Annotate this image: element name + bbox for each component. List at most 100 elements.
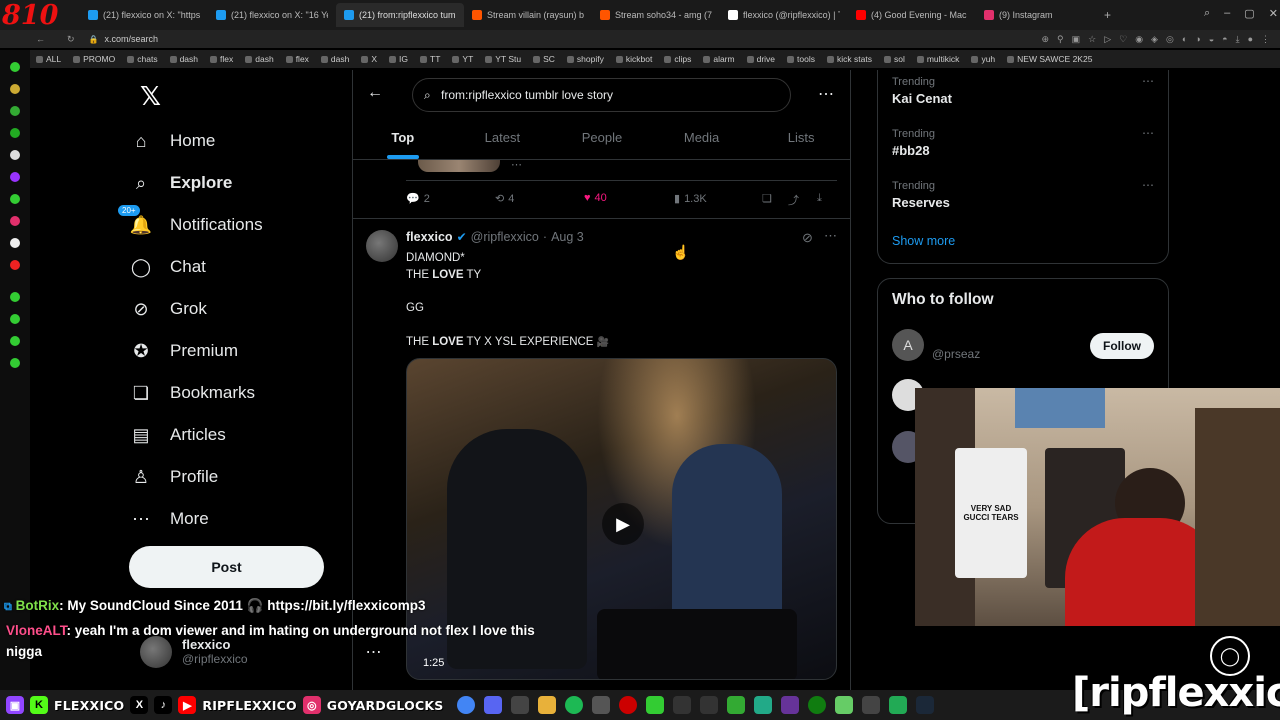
bookmark-item[interactable]: SC <box>533 54 555 64</box>
kick-icon[interactable]: K <box>30 696 48 714</box>
steam-icon[interactable] <box>916 696 935 714</box>
bookmark-item[interactable]: flex <box>210 54 233 64</box>
tweet-date[interactable]: Aug 3 <box>551 230 584 244</box>
app-icon[interactable] <box>835 696 854 714</box>
opera-icon[interactable] <box>619 696 638 714</box>
browser-tab[interactable]: flexxico (@ripflexxico) | Ti <box>720 3 848 27</box>
screenshot-icon[interactable]: ▣ <box>1072 34 1081 45</box>
back-icon[interactable]: ← <box>36 34 45 44</box>
spotify-icon[interactable] <box>565 696 584 714</box>
repost-button[interactable]: ⟲ 4 <box>495 192 514 206</box>
sidebar-app-icon[interactable] <box>10 314 20 324</box>
pin-icon[interactable]: ⚲ <box>1057 34 1064 45</box>
folder-icon[interactable] <box>538 696 557 714</box>
app-icon[interactable] <box>592 696 611 714</box>
ext-icon[interactable]: ◉ <box>1135 34 1143 45</box>
bookmark-item[interactable]: kick stats <box>827 54 872 64</box>
maximize-icon[interactable]: ▢ <box>1244 7 1254 20</box>
browser-tab[interactable]: (4) Good Evening - Mac M <box>848 3 976 27</box>
sidebar-app-icon[interactable] <box>10 260 20 270</box>
heart-icon[interactable]: ♡ <box>1119 34 1127 45</box>
trend-more-icon[interactable]: ⋯ <box>1142 126 1154 140</box>
back-arrow-icon[interactable]: ← <box>367 84 383 102</box>
sidebar-app-icon[interactable] <box>10 128 20 138</box>
bookmark-item[interactable]: multikick <box>916 54 959 64</box>
tweet-avatar[interactable] <box>366 230 398 262</box>
bookmark-item[interactable]: YT Stu <box>485 54 521 64</box>
bookmark-item[interactable]: YT <box>452 54 473 64</box>
app-icon[interactable] <box>646 696 665 714</box>
sidebar-app-icon[interactable] <box>10 62 20 72</box>
minimize-icon[interactable]: – <box>1224 7 1230 20</box>
obs-icon[interactable] <box>862 696 881 714</box>
trend-item[interactable]: Trending Reserves ⋯ <box>878 174 1168 226</box>
suggested-user-handle[interactable]: @prseaz <box>932 347 980 361</box>
sidebar-app-icon[interactable] <box>10 106 20 116</box>
bookmark-item[interactable]: ALL <box>36 54 61 64</box>
bookmark-item[interactable]: clips <box>664 54 691 64</box>
bookmark-button[interactable]: ❏ <box>762 192 772 205</box>
avatar-icon[interactable]: ● <box>1248 34 1253 45</box>
x-icon[interactable]: X <box>130 696 149 714</box>
twitch-icon[interactable]: ▣ <box>6 696 24 714</box>
sidebar-app-icon[interactable] <box>10 238 20 248</box>
instagram-icon[interactable]: ◎ <box>302 696 321 714</box>
nav-item-home[interactable]: ⌂ Home <box>130 120 340 162</box>
search-input[interactable] <box>412 78 791 112</box>
sidebar-app-icon[interactable] <box>10 358 20 368</box>
reload-icon[interactable]: ↻ <box>67 34 75 45</box>
app-icon[interactable] <box>889 696 908 714</box>
browser-tab[interactable]: (21) flexxico on X: "https:// <box>80 3 208 27</box>
bookmark-item[interactable]: dash <box>320 54 349 64</box>
bookmark-item[interactable]: NEW SAWCE 2K25 <box>1007 54 1092 64</box>
trend-item[interactable]: Trending #bb28 ⋯ <box>878 122 1168 174</box>
bookmark-item[interactable]: yuh <box>971 54 995 64</box>
youtube-icon[interactable]: ▶ <box>178 696 197 714</box>
xbox-icon[interactable] <box>808 696 827 714</box>
browser-tab[interactable]: Stream villain (raysun) by <box>464 3 592 27</box>
ext-icon[interactable]: ◑ <box>1195 34 1200 45</box>
views-button[interactable]: ▮ 1.3K <box>674 192 707 206</box>
nav-item-explore[interactable]: ⌕ Explore <box>130 162 340 204</box>
sidebar-app-icon[interactable] <box>10 216 20 226</box>
ext-icon[interactable]: ◈ <box>1151 34 1158 45</box>
app-icon[interactable] <box>673 696 692 714</box>
sidebar-app-icon[interactable] <box>10 194 20 204</box>
sidebar-app-icon[interactable] <box>10 292 20 302</box>
bookmark-item[interactable]: kickbot <box>615 54 652 64</box>
tab-top[interactable]: Top <box>353 122 453 159</box>
url-text[interactable]: x.com/search <box>105 34 159 44</box>
ext-icon[interactable]: ◐ <box>1182 34 1187 45</box>
grok-tweet-icon[interactable]: ⊘ <box>802 230 813 246</box>
close-window-icon[interactable]: ✕ <box>1269 7 1278 20</box>
browser-tab[interactable]: (21) flexxico on X: "16 Year <box>208 3 336 27</box>
bookmark-item[interactable]: TT <box>420 54 440 64</box>
tab-media[interactable]: Media <box>652 122 752 159</box>
browser-tab[interactable]: (21) from:ripflexxico tumbl <box>336 3 464 27</box>
download-button[interactable]: ⤓ <box>817 192 822 205</box>
chrome-icon[interactable] <box>457 696 476 714</box>
sidebar-app-icon[interactable] <box>10 172 20 182</box>
nav-item-chat[interactable]: ◯ Chat <box>130 246 340 288</box>
trend-more-icon[interactable]: ⋯ <box>1142 178 1154 192</box>
app-icon[interactable] <box>754 696 773 714</box>
menu-icon[interactable]: ⋮ <box>1261 34 1270 45</box>
nav-item-premium[interactable]: ✪ Premium <box>130 330 340 372</box>
new-tab-icon[interactable]: + <box>1104 8 1111 22</box>
tab-lists[interactable]: Lists <box>751 122 851 159</box>
bookmark-item[interactable]: alarm <box>703 54 735 64</box>
prev-tweet-media[interactable] <box>418 160 500 172</box>
play-icon[interactable]: ▶ <box>602 503 644 545</box>
bookmark-item[interactable]: drive <box>746 54 775 64</box>
tab-latest[interactable]: Latest <box>453 122 553 159</box>
star-icon[interactable]: ☆ <box>1088 34 1096 45</box>
sidebar-app-icon[interactable] <box>10 336 20 346</box>
bookmark-item[interactable]: PROMO <box>73 54 115 64</box>
show-more-link[interactable]: Show more <box>878 226 1168 256</box>
nav-item-articles[interactable]: ▤ Articles <box>130 414 340 456</box>
tweet-author-name[interactable]: flexxico <box>406 230 453 244</box>
nav-item-bookmarks[interactable]: ❏ Bookmarks <box>130 372 340 414</box>
bookmark-item[interactable]: chats <box>127 54 158 64</box>
like-button[interactable]: ♥ 40 <box>584 192 607 204</box>
nav-item-more[interactable]: ⋯ More <box>130 498 340 540</box>
